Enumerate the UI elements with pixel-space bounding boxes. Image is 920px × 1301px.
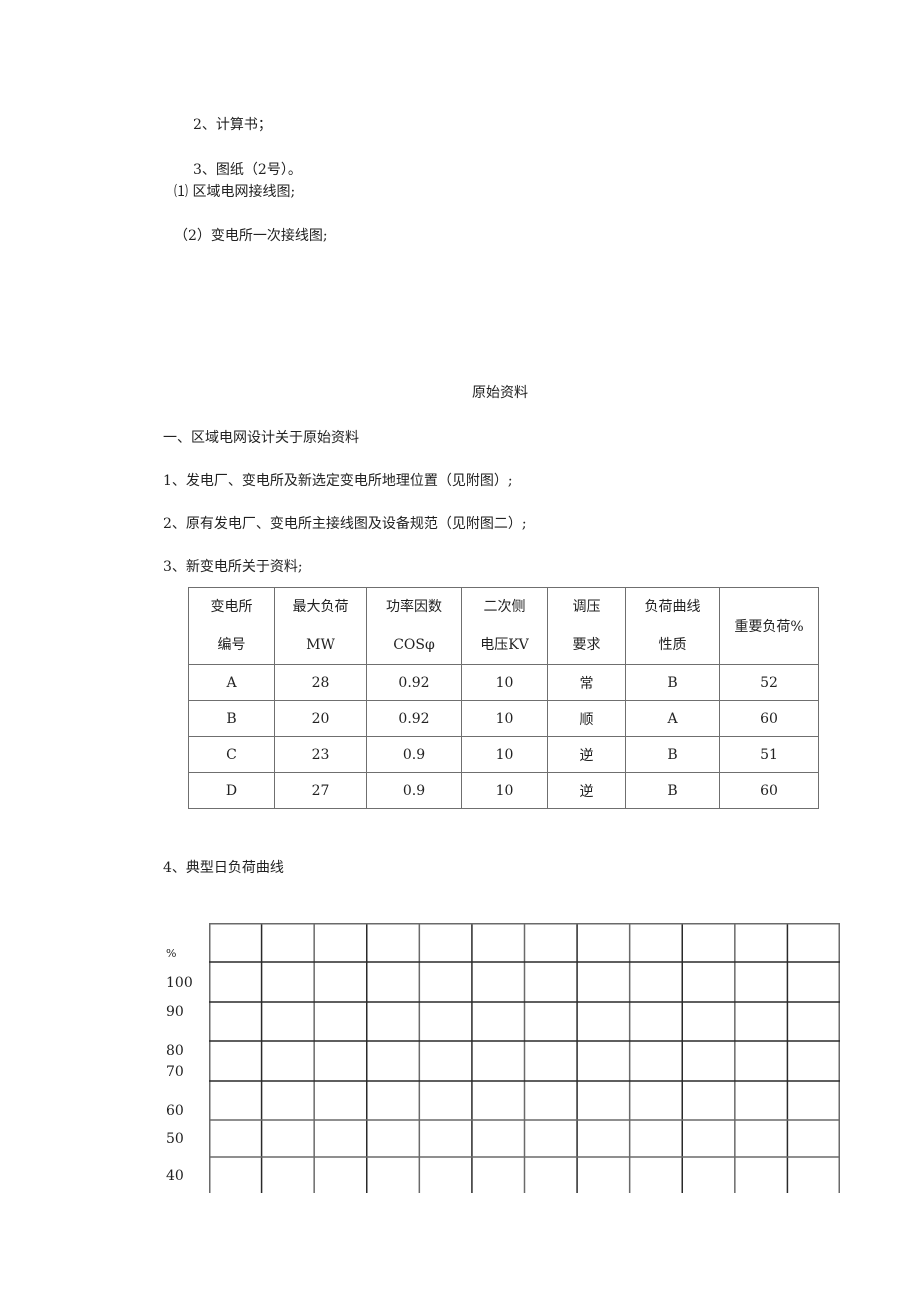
y-tick-label: 40 — [166, 1168, 184, 1184]
table-cell: 60 — [719, 772, 819, 809]
header-line: COSφ — [393, 637, 435, 653]
deliverable-calc-book: 2、计算书； — [193, 117, 272, 133]
header-line: 最大负荷 — [292, 599, 349, 615]
header-line: 调压 — [572, 599, 601, 615]
y-unit-label: % — [166, 947, 177, 960]
table-cell: C — [188, 736, 275, 773]
table-cell: 0.92 — [366, 664, 462, 701]
item-main-wiring: 2、原有发电厂、变电所主接线图及设备规范（见附图二）; — [163, 516, 527, 532]
table-cell: 60 — [719, 700, 819, 737]
table-cell: 52 — [719, 664, 819, 701]
table-cell: B — [625, 772, 720, 809]
header-cell: 变电所 编号 — [188, 587, 275, 665]
table-cell: D — [188, 772, 275, 809]
table-cell: 51 — [719, 736, 819, 773]
table-cell: 逆 — [547, 772, 626, 809]
y-tick-label: 80 — [166, 1043, 184, 1059]
table-cell: 0.9 — [366, 736, 462, 773]
table-cell: 23 — [274, 736, 367, 773]
table-row: C 23 0.9 10 逆 B 51 — [188, 736, 819, 773]
item-location: 1、发电厂、变电所及新选定变电所地理位置（见附图）; — [163, 473, 513, 489]
header-line: 编号 — [217, 637, 246, 653]
deliverable-regional-grid-diagram: ⑴ 区域电网接线图; — [174, 184, 296, 200]
header-line: 性质 — [658, 637, 687, 653]
table-row: B 20 0.92 10 顺 A 60 — [188, 700, 819, 737]
table-header-row: 变电所 编号 最大负荷 MW 功率因数 COSφ 二次侧 电压KV 调压 要求 … — [188, 587, 819, 665]
table-cell: 10 — [461, 736, 548, 773]
item-new-substation: 3、新变电所关于资料; — [163, 559, 303, 575]
deliverable-substation-diagram: （2）变电所一次接线图; — [174, 228, 328, 244]
table-cell: B — [625, 664, 720, 701]
y-tick-label: 90 — [166, 1004, 184, 1020]
table-cell: A — [625, 700, 720, 737]
load-curve-grid — [209, 923, 840, 1193]
header-line: 要求 — [572, 637, 601, 653]
table-cell: B — [188, 700, 275, 737]
table-cell: B — [625, 736, 720, 773]
header-line: MW — [306, 637, 335, 653]
y-tick-label: 50 — [166, 1131, 184, 1147]
table-cell: 10 — [461, 700, 548, 737]
header-line: 二次侧 — [483, 599, 526, 615]
y-tick-label: 60 — [166, 1103, 184, 1119]
table-cell: 顺 — [547, 700, 626, 737]
header-line: 功率因数 — [386, 599, 442, 615]
table-cell: 28 — [274, 664, 367, 701]
header-line: 重要负荷% — [734, 619, 804, 635]
table-cell: 逆 — [547, 736, 626, 773]
table-cell: 10 — [461, 664, 548, 701]
header-cell: 二次侧 电压KV — [461, 587, 548, 665]
header-cell: 重要负荷% — [719, 587, 819, 665]
table-row: D 27 0.9 10 逆 B 60 — [188, 772, 819, 809]
header-cell: 功率因数 COSφ — [366, 587, 462, 665]
header-cell: 调压 要求 — [547, 587, 626, 665]
y-tick-label: 70 — [166, 1064, 184, 1080]
header-line: 负荷曲线 — [644, 599, 701, 615]
substation-table: 变电所 编号 最大负荷 MW 功率因数 COSφ 二次侧 电压KV 调压 要求 … — [188, 587, 819, 809]
table-cell: A — [188, 664, 275, 701]
header-cell: 负荷曲线 性质 — [625, 587, 720, 665]
header-line: 变电所 — [210, 599, 253, 615]
load-curve-heading: 4、典型日负荷曲线 — [163, 860, 284, 876]
header-line: 电压KV — [480, 637, 529, 653]
table-row: A 28 0.92 10 常 B 52 — [188, 664, 819, 701]
section-title: 原始资料 — [472, 385, 528, 401]
table-cell: 27 — [274, 772, 367, 809]
table-cell: 10 — [461, 772, 548, 809]
table-cell: 0.9 — [366, 772, 462, 809]
table-cell: 常 — [547, 664, 626, 701]
header-cell: 最大负荷 MW — [274, 587, 367, 665]
table-cell: 0.92 — [366, 700, 462, 737]
deliverable-drawings: 3、图纸（2号）。 — [193, 162, 302, 178]
table-cell: 20 — [274, 700, 367, 737]
part-heading: 一、区域电网设计关于原始资料 — [163, 430, 359, 446]
y-tick-label: 100 — [166, 975, 193, 991]
